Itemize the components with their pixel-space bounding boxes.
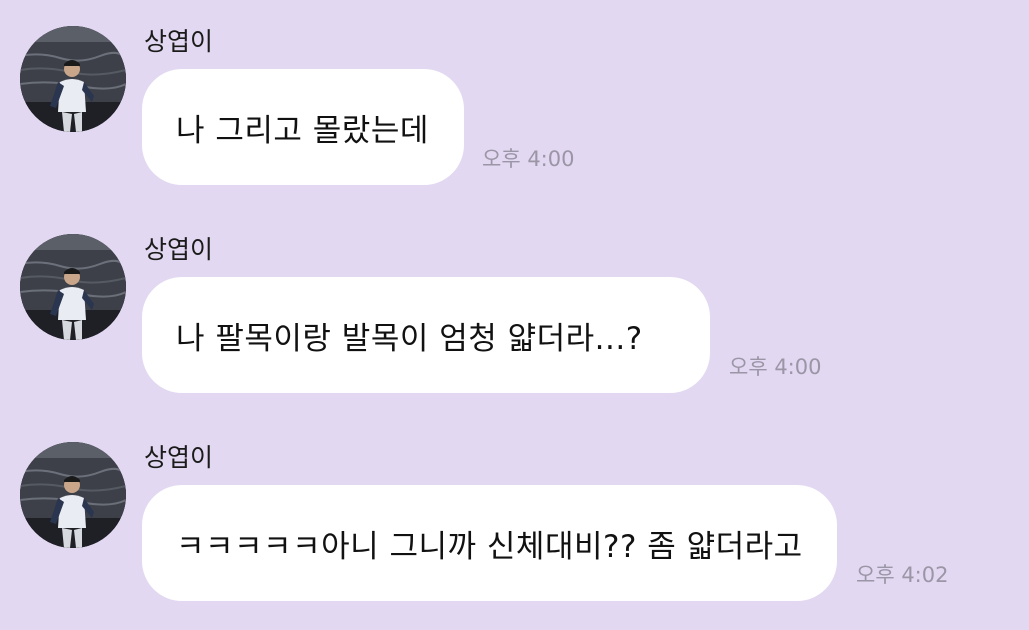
message-bubble[interactable]: 나 팔목이랑 발목이 엄청 얇더라...?	[142, 277, 710, 393]
message-row: 상엽이 나 그리고 몰랐는데 오후 4:00	[0, 0, 1029, 190]
message-row: 상엽이 나 팔목이랑 발목이 엄청 얇더라...? 오후 4:00	[0, 208, 1029, 398]
sender-name: 상엽이	[144, 27, 214, 56]
message-text: ㅋㅋㅋㅋㅋ아니 그니까 신체대비?? 좀 얇더라고	[176, 528, 803, 565]
message-text: 나 그리고 몰랐는데	[176, 112, 429, 149]
message-bubble[interactable]: ㅋㅋㅋㅋㅋ아니 그니까 신체대비?? 좀 얇더라고	[142, 485, 837, 601]
sender-name: 상엽이	[144, 235, 214, 264]
message-bubble[interactable]: 나 그리고 몰랐는데	[142, 69, 464, 185]
chat-message-list: 상엽이 나 그리고 몰랐는데 오후 4:00 상엽이 나 팔목이랑 발목이 엄청…	[0, 0, 1029, 630]
avatar[interactable]	[20, 234, 126, 340]
message-time: 오후 4:00	[729, 355, 822, 379]
avatar[interactable]	[20, 26, 126, 132]
message-time: 오후 4:02	[856, 563, 949, 587]
message-row: 상엽이 ㅋㅋㅋㅋㅋ아니 그니까 신체대비?? 좀 얇더라고 오후 4:02	[0, 416, 1029, 606]
message-text: 나 팔목이랑 발목이 엄청 얇더라...?	[176, 320, 643, 357]
message-time: 오후 4:00	[482, 147, 575, 171]
sender-name: 상엽이	[144, 443, 214, 472]
avatar[interactable]	[20, 442, 126, 548]
